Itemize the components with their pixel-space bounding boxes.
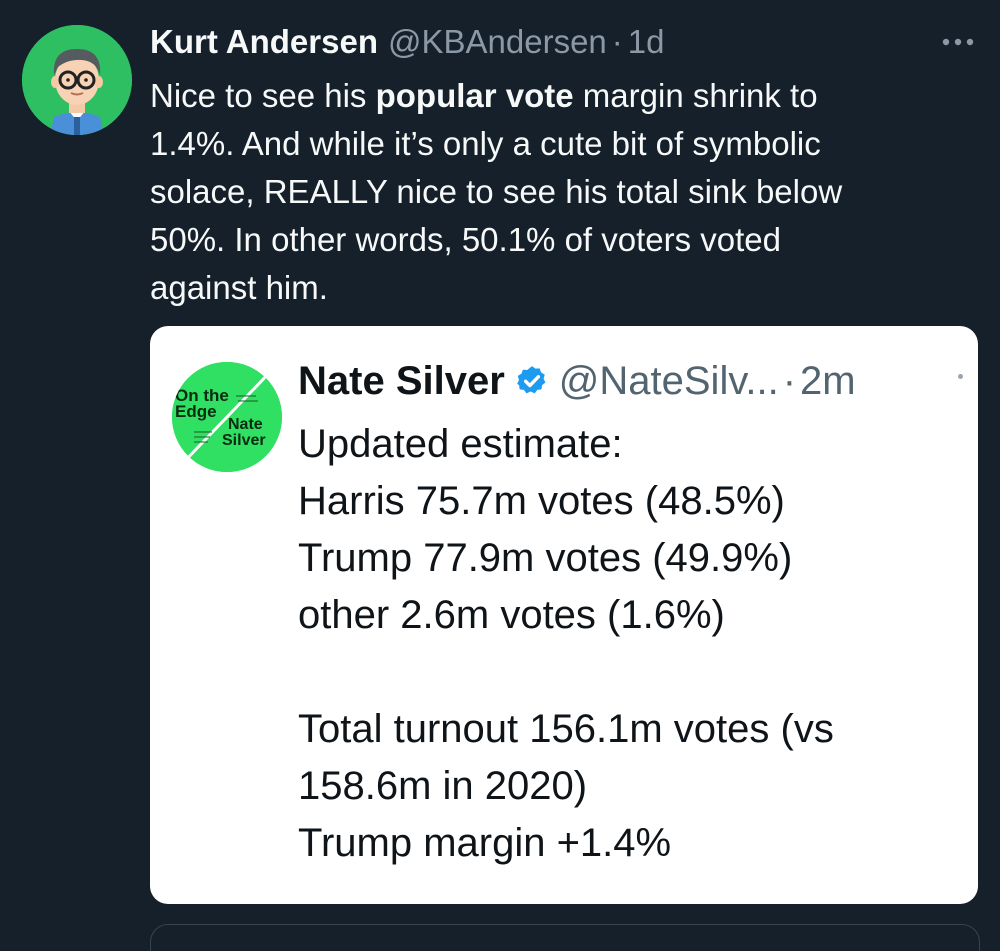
more-options-icon[interactable] — [958, 374, 963, 379]
quoted-author-name[interactable]: Nate Silver — [298, 359, 505, 404]
tweet-text-bold-segment: popular vote — [375, 77, 574, 114]
tweet-text-segment: Nice to see his — [150, 77, 376, 114]
quoted-text-line: 158.6m in 2020) — [298, 764, 588, 808]
tweet[interactable]: Kurt Andersen @KBAndersen · 1d Nice to s… — [0, 0, 1000, 951]
book-author-line2: Silver — [222, 432, 266, 449]
cartoon-avatar-icon — [22, 25, 132, 135]
book-title-line2: Edge — [175, 402, 217, 421]
tweet-header: Kurt Andersen @KBAndersen · 1d — [150, 20, 665, 64]
author-handle[interactable]: @KBAndersen — [388, 23, 607, 61]
tweet-text: Nice to see his popular vote margin shri… — [150, 72, 970, 312]
separator-dot: · — [611, 23, 623, 60]
quoted-text-line: Trump 77.9m votes (49.9%) — [298, 536, 793, 580]
avatar[interactable] — [22, 25, 132, 135]
quoted-text-line: other 2.6m votes (1.6%) — [298, 593, 725, 637]
quoted-text-line: Harris 75.7m votes (48.5%) — [298, 479, 785, 523]
timestamp[interactable]: 1d — [628, 23, 665, 61]
quoted-text-line: Updated estimate: — [298, 422, 623, 466]
separator-dot: · — [782, 358, 797, 403]
quoted-text-line: Total turnout 156.1m votes (vs — [298, 707, 834, 751]
more-options-button[interactable] — [936, 24, 980, 60]
more-options-icon — [942, 38, 974, 46]
verified-badge-icon — [515, 364, 549, 398]
author-name[interactable]: Kurt Andersen — [150, 23, 378, 61]
quoted-text-line — [298, 644, 958, 701]
quoted-avatar[interactable]: On the Edge Nate Silver — [172, 362, 282, 472]
quoted-author-handle[interactable]: @NateSilv... — [559, 359, 779, 404]
quoted-timestamp[interactable]: 2m — [800, 359, 856, 404]
next-card-edge — [150, 924, 980, 951]
quoted-tweet-card[interactable]: On the Edge Nate Silver Nate Silver @Nat… — [150, 326, 978, 904]
quoted-text-line: Trump margin +1.4% — [298, 821, 672, 865]
quoted-tweet-header: Nate Silver @NateSilv... · 2m — [298, 354, 856, 408]
quoted-tweet-text: Updated estimate: Harris 75.7m votes (48… — [298, 416, 958, 872]
